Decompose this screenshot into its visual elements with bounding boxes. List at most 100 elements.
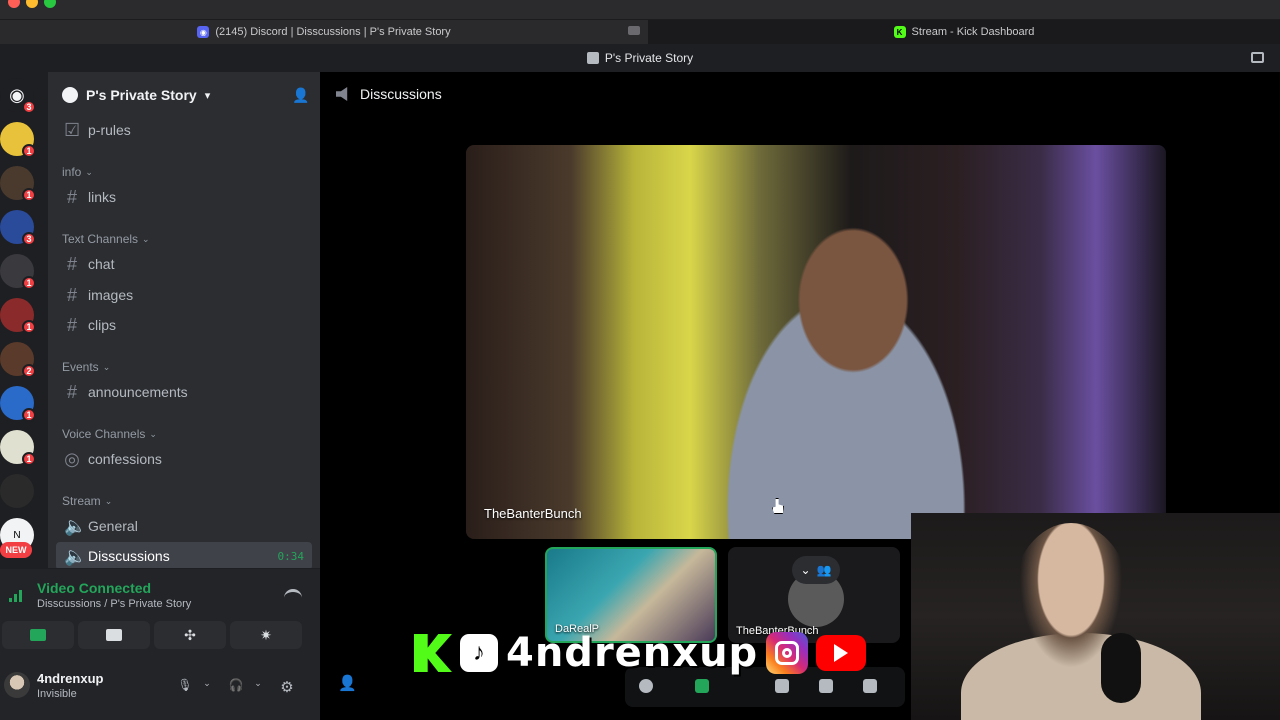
- headphones-icon[interactable]: 🎧: [228, 678, 244, 694]
- invite-people-icon[interactable]: 👤: [292, 87, 309, 103]
- people-icon: 👥: [816, 563, 832, 577]
- maximize-window-button[interactable]: [44, 0, 56, 8]
- category-voice-channels[interactable]: Voice Channels ⌄: [62, 427, 157, 441]
- channel-p-rules[interactable]: ☑ p-rules: [56, 116, 312, 144]
- kick-icon: K: [893, 26, 906, 38]
- activities-icon: ✣: [184, 626, 196, 643]
- hash-icon: #: [66, 381, 77, 402]
- stage-icon: ◎: [64, 448, 80, 469]
- guild-name: P's Private Story: [86, 87, 197, 103]
- channel-disscussions[interactable]: 🔈 Disscussions 0:34: [56, 542, 312, 570]
- unread-badge: 3: [22, 100, 36, 114]
- unread-badge: 1: [22, 320, 36, 334]
- user-status: Invisible: [37, 688, 77, 700]
- speaker-icon: [336, 87, 348, 101]
- voice-status[interactable]: Video Connected: [37, 580, 151, 596]
- new-badge: NEW: [0, 542, 32, 558]
- speaker-icon: 🔈: [64, 515, 87, 536]
- youtube-icon: [816, 635, 867, 671]
- server-icon[interactable]: 1: [0, 254, 36, 290]
- hash-icon: #: [66, 284, 77, 305]
- screen-share-button[interactable]: [78, 621, 150, 649]
- activities-button[interactable]: ✣: [154, 621, 226, 649]
- window-title: P's Private Story: [604, 51, 694, 65]
- microphone-icon: [1101, 633, 1141, 703]
- signal-icon[interactable]: [8, 587, 24, 603]
- chevron-down-icon: ⌄: [102, 361, 111, 372]
- tab-label: Stream - Kick Dashboard: [911, 26, 1035, 38]
- rules-icon: ☑: [64, 119, 81, 140]
- voice-location[interactable]: Disscussions / P's Private Story: [37, 598, 191, 610]
- server-icon[interactable]: 1: [0, 298, 36, 334]
- unread-badge: 2: [22, 364, 36, 378]
- browser-tab-bar: ◉ (2145) Discord | Disscussions | P's Pr…: [0, 20, 1280, 44]
- unread-badge: 3: [22, 232, 36, 246]
- minimize-window-button[interactable]: [26, 0, 38, 8]
- category-text-channels[interactable]: Text Channels ⌄: [62, 232, 150, 246]
- chevron-down-icon: ▾: [204, 89, 211, 102]
- channel-links[interactable]: # links: [56, 183, 312, 211]
- add-user-icon[interactable]: 👤: [338, 674, 357, 692]
- chevron-down-icon[interactable]: ⌄: [199, 678, 215, 694]
- server-icon[interactable]: 1: [0, 166, 36, 202]
- channel-chat[interactable]: # chat: [56, 250, 312, 278]
- camera-icon: [30, 629, 46, 641]
- tab-kick-dashboard[interactable]: K Stream - Kick Dashboard: [648, 20, 1280, 44]
- category-stream[interactable]: Stream ⌄: [62, 494, 112, 508]
- close-window-button[interactable]: [8, 0, 20, 8]
- main-video-tile[interactable]: TheBanterBunch: [466, 145, 1166, 539]
- channel-general[interactable]: 🔈 General: [56, 512, 312, 540]
- username[interactable]: 4ndrenxup: [37, 671, 103, 686]
- activities-icon[interactable]: [819, 679, 833, 693]
- user-panel: 4ndrenxup Invisible 🎙 ⌄ 🎧 ⌄ ⚙: [0, 656, 320, 720]
- hash-icon: #: [66, 314, 77, 335]
- server-icon[interactable]: 2: [0, 342, 36, 378]
- chevron-down-icon: ⌄: [800, 563, 811, 577]
- server-icon[interactable]: 1: [0, 122, 36, 158]
- chevron-down-icon: ⌄: [149, 428, 157, 439]
- voice-connection-panel: Video Connected Disscussions / P's Priva…: [0, 568, 320, 656]
- participant-thumbnail[interactable]: DaRealP: [545, 547, 717, 643]
- microphone-icon[interactable]: 🎙: [177, 678, 193, 694]
- channel-confessions[interactable]: ◎ confessions: [56, 445, 312, 473]
- unread-badge: 1: [22, 144, 36, 158]
- tiktok-icon: ♪: [460, 634, 498, 672]
- server-icon: [586, 52, 599, 64]
- gear-icon[interactable]: ⚙: [279, 678, 295, 696]
- microphone-icon[interactable]: [639, 679, 653, 693]
- call-header: Disscussions: [336, 86, 442, 102]
- chevron-down-icon[interactable]: ⌄: [250, 678, 266, 694]
- category-info[interactable]: info ⌄: [62, 165, 93, 179]
- camera-icon: [628, 26, 640, 35]
- screen-share-icon[interactable]: [775, 679, 789, 693]
- server-icon[interactable]: 1: [0, 430, 36, 466]
- camera-icon[interactable]: [695, 679, 709, 693]
- soundboard-button[interactable]: ✷: [230, 621, 302, 649]
- call-timer: 0:34: [277, 549, 305, 563]
- server-icon[interactable]: 3: [0, 210, 36, 246]
- channel-images[interactable]: # images: [56, 281, 312, 309]
- speaker-icon: 🔈: [64, 545, 87, 566]
- inbox-icon[interactable]: [1251, 52, 1264, 63]
- server-icon[interactable]: 1: [0, 386, 36, 422]
- channel-announcements[interactable]: # announcements: [56, 378, 312, 406]
- participants-toggle[interactable]: ⌄ 👥: [792, 556, 840, 584]
- disconnect-icon[interactable]: [284, 589, 302, 599]
- soundboard-icon[interactable]: [863, 679, 877, 693]
- chevron-down-icon: ⌄: [85, 166, 93, 177]
- avatar[interactable]: [4, 672, 30, 698]
- unread-badge: 1: [22, 452, 36, 466]
- instagram-icon: [766, 632, 809, 674]
- category-events[interactable]: Events ⌄: [62, 360, 110, 374]
- discord-icon: ◉: [197, 26, 210, 38]
- guild-header[interactable]: P's Private Story ▾ 👤: [48, 72, 320, 118]
- social-handle: 4ndrenxup: [506, 630, 759, 676]
- tab-label: (2145) Discord | Disscussions | P's Priv…: [215, 26, 451, 38]
- unread-badge: 1: [22, 408, 36, 422]
- channel-clips[interactable]: # clips: [56, 311, 312, 339]
- browser-toolbar: [0, 0, 1280, 20]
- tab-discord[interactable]: ◉ (2145) Discord | Disscussions | P's Pr…: [0, 20, 648, 44]
- discord-home-button[interactable]: ◉ 3: [0, 78, 36, 114]
- server-icon[interactable]: [0, 474, 34, 508]
- camera-button[interactable]: [2, 621, 74, 649]
